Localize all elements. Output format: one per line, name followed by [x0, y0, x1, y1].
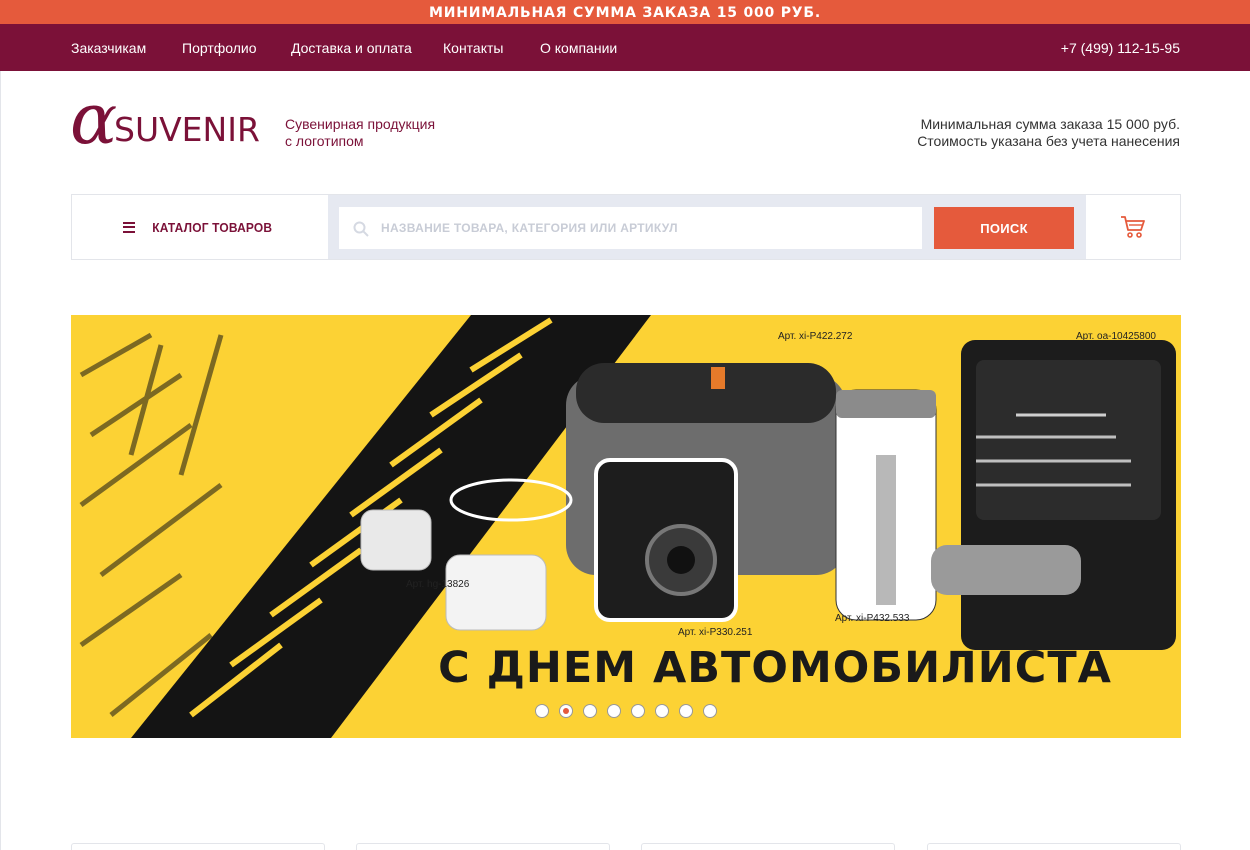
menu-icon	[122, 221, 135, 233]
top-navigation: Заказчикам Портфолио Доставка и оплата К…	[0, 24, 1250, 71]
article-label: Арт. xi-P330.251	[678, 627, 753, 638]
min-order-info: Минимальная сумма заказа 15 000 руб.	[920, 116, 1180, 132]
search-button[interactable]: ПОИСК	[934, 207, 1074, 249]
promo-text: МИНИМАЛЬНАЯ СУММА ЗАКАЗА 15 000 РУБ.	[428, 5, 821, 21]
nav-item-contacts[interactable]: Контакты	[443, 40, 503, 56]
logo-word: SUVENIR	[114, 110, 260, 149]
slider-dot[interactable]	[679, 704, 693, 718]
search-icon	[353, 221, 369, 237]
product-cards-row	[71, 843, 1181, 850]
slider-dot[interactable]	[655, 704, 669, 718]
page-left-border	[0, 71, 1, 850]
slider-dot[interactable]	[535, 704, 549, 718]
tumbler-graphic	[835, 389, 937, 621]
article-label: Арт. xi-P422.272	[778, 331, 853, 342]
toolbox-graphic	[931, 340, 1176, 650]
slider-dots	[535, 704, 717, 718]
site-tagline: Сувенирная продукция с логотипом	[285, 116, 485, 150]
article-label: Арт. oa-10425800	[1076, 331, 1156, 342]
search-input[interactable]	[381, 207, 911, 249]
search-input-wrapper	[339, 207, 922, 249]
dashcam-graphic	[594, 458, 738, 622]
tagline-line-2: с логотипом	[285, 133, 364, 149]
search-zone: ПОИСК	[328, 195, 1086, 259]
search-bar: КАТАЛОГ ТОВАРОВ ПОИСК	[71, 194, 1181, 260]
nav-item-portfolio[interactable]: Портфолио	[182, 40, 257, 56]
price-note: Стоимость указана без учета нанесения	[917, 133, 1180, 149]
cart-button[interactable]	[1086, 195, 1180, 259]
article-label: Арт. xi-P432.533	[835, 613, 910, 624]
slider-dot[interactable]	[559, 704, 573, 718]
product-card[interactable]	[356, 843, 610, 850]
site-logo[interactable]: α SUVENIR	[70, 84, 270, 160]
product-card[interactable]	[927, 843, 1181, 850]
nav-item-delivery-payment[interactable]: Доставка и оплата	[291, 40, 412, 56]
phone-link[interactable]: +7 (499) 112-15-95	[1061, 40, 1180, 56]
tagline-line-1: Сувенирная продукция	[285, 116, 436, 132]
catalog-label: КАТАЛОГ ТОВАРОВ	[151, 219, 272, 235]
cart-icon	[1121, 216, 1145, 238]
promo-banner[interactable]: Арт. xi-P422.272 Арт. oa-10425800 Арт. h…	[71, 315, 1181, 738]
slider-dot[interactable]	[631, 704, 645, 718]
product-card[interactable]	[71, 843, 325, 850]
slider-dot[interactable]	[583, 704, 597, 718]
banner-headline: С ДНЕМ АВТОМОБИЛИСТА	[438, 643, 1112, 693]
nav-item-customers[interactable]: Заказчикам	[71, 40, 146, 56]
nav-item-about[interactable]: О компании	[540, 40, 617, 56]
catalog-button[interactable]: КАТАЛОГ ТОВАРОВ	[72, 195, 328, 259]
header-info: Минимальная сумма заказа 15 000 руб. Сто…	[917, 116, 1180, 150]
product-card[interactable]	[641, 843, 895, 850]
article-label: Арт. hg-13826	[406, 579, 470, 590]
slider-dot[interactable]	[703, 704, 717, 718]
promo-bar: МИНИМАЛЬНАЯ СУММА ЗАКАЗА 15 000 РУБ.	[0, 0, 1250, 24]
slider-dot[interactable]	[607, 704, 621, 718]
logo-alpha: α	[70, 78, 118, 160]
